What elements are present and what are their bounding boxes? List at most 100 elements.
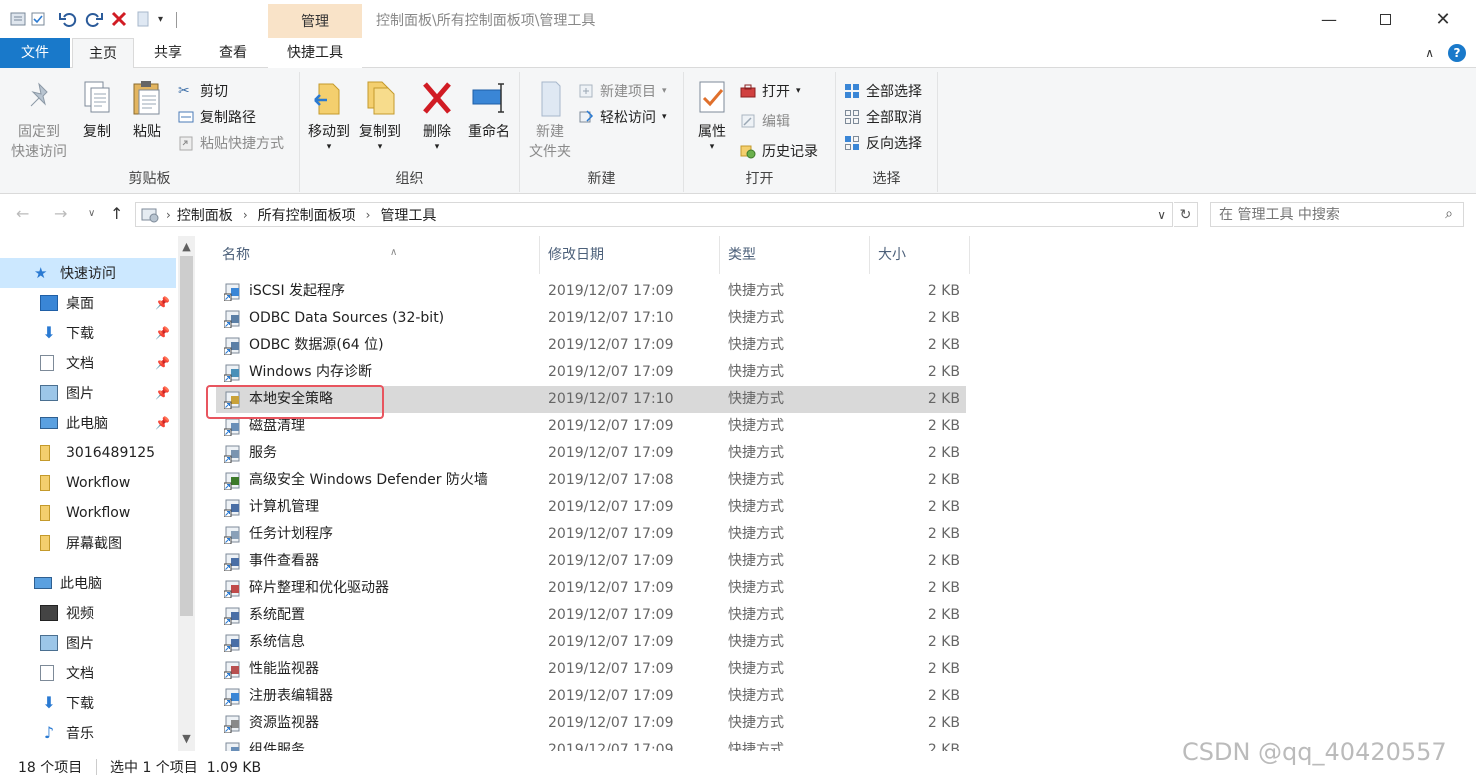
properties-icon[interactable] [8,9,30,29]
breadcrumb-all-items[interactable]: 所有控制面板项 [258,205,356,225]
new-folder-icon[interactable] [136,9,150,29]
column-header-type[interactable]: 类型 [720,236,870,274]
file-row[interactable]: 系统信息 2019/12/07 17:09 快捷方式 2 KB [216,629,966,656]
pin-icon[interactable]: 📌 [155,416,170,430]
pin-icon[interactable]: 📌 [155,356,170,370]
tab-share[interactable]: 共享 [138,38,198,68]
file-row[interactable]: 资源监视器 2019/12/07 17:09 快捷方式 2 KB [216,710,966,737]
pin-icon[interactable]: 📌 [155,386,170,400]
customize-toolbar-chevron-icon[interactable]: ▾ [158,14,163,25]
nav-folder-screenshots[interactable]: 屏幕截图 [0,528,176,558]
breadcrumb-chevron-icon[interactable]: › [166,208,171,222]
file-row[interactable]: iSCSI 发起程序 2019/12/07 17:09 快捷方式 2 KB [216,278,966,305]
breadcrumb-admin-tools[interactable]: 管理工具 [380,205,436,225]
paste-button[interactable]: 粘贴 [126,78,168,142]
file-row[interactable]: 系统配置 2019/12/07 17:09 快捷方式 2 KB [216,602,966,629]
breadcrumb-chevron-icon[interactable]: › [366,208,371,222]
move-to-button[interactable]: 移动到 ▾ [306,78,352,152]
properties-check-icon[interactable] [30,9,48,29]
nav-pc-documents[interactable]: 文档 [0,658,176,688]
scroll-up-icon[interactable]: ▲ [178,240,195,253]
new-item-button[interactable]: 新建项目 ▾ [578,80,667,102]
up-arrow-icon[interactable]: ↑ [110,204,123,223]
collapse-ribbon-icon[interactable]: ∧ [1425,46,1434,60]
tab-file[interactable]: 文件 [0,38,70,68]
properties-button[interactable]: 属性 ▾ [690,78,734,152]
file-row[interactable]: 注册表编辑器 2019/12/07 17:09 快捷方式 2 KB [216,683,966,710]
nav-this-pc-pinned[interactable]: 此电脑 📌 [0,408,176,438]
file-row[interactable]: 碎片整理和优化驱动器 2019/12/07 17:09 快捷方式 2 KB [216,575,966,602]
select-all-button[interactable]: 全部选择 [844,80,922,102]
file-row[interactable]: 计算机管理 2019/12/07 17:09 快捷方式 2 KB [216,494,966,521]
copy-to-button[interactable]: 复制到 ▾ [356,78,404,152]
select-none-button[interactable]: 全部取消 [844,106,922,128]
forward-arrow-icon[interactable]: → [54,204,67,223]
search-box[interactable]: ⌕ [1210,202,1464,227]
redo-icon[interactable] [84,9,104,29]
back-arrow-icon[interactable]: ← [16,204,29,223]
address-dropdown-icon[interactable]: ∨ [1157,208,1166,222]
pin-icon[interactable]: 📌 [155,326,170,340]
delete-icon[interactable] [110,9,128,29]
column-header-date[interactable]: 修改日期 [540,236,720,274]
pin-quick-access-button[interactable]: 固定到 快速访问 [8,78,70,162]
nav-folder-3016489125[interactable]: 3016489125 [0,438,176,468]
history-button[interactable]: 历史记录 [740,140,818,162]
maximize-button[interactable] [1362,0,1408,38]
help-icon[interactable]: ? [1448,44,1466,62]
file-row[interactable]: 组件服务 2019/12/07 17:09 快捷方式 2 KB [216,737,966,751]
edit-button[interactable]: 编辑 [740,110,790,132]
nav-documents[interactable]: 文档 📌 [0,348,176,378]
file-row[interactable]: ODBC 数据源(64 位) 2019/12/07 17:09 快捷方式 2 KB [216,332,966,359]
minimize-button[interactable]: — [1306,0,1352,38]
undo-icon[interactable] [58,9,78,29]
nav-pc-downloads[interactable]: ⬇ 下载 [0,688,176,718]
file-row[interactable]: 性能监视器 2019/12/07 17:09 快捷方式 2 KB [216,656,966,683]
column-header-size[interactable]: 大小 [870,236,970,274]
copy-path-button[interactable]: 复制路径 [178,106,256,128]
address-bar[interactable]: › 控制面板 › 所有控制面板项 › 管理工具 ∨ [135,202,1173,227]
close-button[interactable]: ✕ [1420,0,1466,38]
copy-icon [84,81,110,113]
refresh-button[interactable]: ↻ [1174,202,1198,227]
breadcrumb-chevron-icon[interactable]: › [243,208,248,222]
open-button[interactable]: 打开 ▾ [740,80,801,102]
manage-contextual-tab[interactable]: 管理 [268,4,362,38]
nav-folder-workflow-1[interactable]: Workflow [0,468,176,498]
cut-button[interactable]: ✂ 剪切 [178,80,228,102]
tab-home[interactable]: 主页 [72,38,134,69]
nav-folder-workflow-2[interactable]: Workflow [0,498,176,528]
rename-button[interactable]: 重命名 [464,78,514,142]
nav-pictures[interactable]: 图片 📌 [0,378,176,408]
tab-view[interactable]: 查看 [202,38,264,68]
nav-pc-pictures[interactable]: 图片 [0,628,176,658]
scroll-down-icon[interactable]: ▼ [178,732,195,745]
file-row[interactable]: Windows 内存诊断 2019/12/07 17:09 快捷方式 2 KB [216,359,966,386]
column-header-name[interactable]: ∧ 名称 [214,236,540,274]
easy-access-button[interactable]: 轻松访问 ▾ [578,106,667,128]
nav-scroll-thumb[interactable] [180,256,193,616]
nav-quick-access[interactable]: ★ 快速访问 [0,258,176,288]
copy-button[interactable]: 复制 [76,78,118,142]
tab-shortcut-tools[interactable]: 快捷工具 [268,38,362,68]
breadcrumb-control-panel[interactable]: 控制面板 [177,205,233,225]
file-row[interactable]: 服务 2019/12/07 17:09 快捷方式 2 KB [216,440,966,467]
nav-this-pc[interactable]: 此电脑 [0,568,176,598]
nav-downloads[interactable]: ⬇ 下载 📌 [0,318,176,348]
nav-videos[interactable]: 视频 [0,598,176,628]
search-input[interactable] [1211,203,1431,226]
delete-button[interactable]: 删除 ▾ [416,78,458,152]
file-row[interactable]: 任务计划程序 2019/12/07 17:09 快捷方式 2 KB [216,521,966,548]
recent-locations-chevron-icon[interactable]: ∨ [88,208,95,219]
new-folder-button[interactable]: 新建 文件夹 [524,78,576,162]
search-icon[interactable]: ⌕ [1445,206,1453,222]
invert-selection-button[interactable]: 反向选择 [844,132,922,154]
nav-desktop[interactable]: 桌面 📌 [0,288,176,318]
file-row[interactable]: 事件查看器 2019/12/07 17:09 快捷方式 2 KB [216,548,966,575]
file-row[interactable]: ODBC Data Sources (32-bit) 2019/12/07 17:… [216,305,966,332]
pin-icon[interactable]: 📌 [155,296,170,310]
nav-music[interactable]: ♪ 音乐 [0,718,176,748]
paste-shortcut-button[interactable]: 粘贴快捷方式 [178,132,284,154]
nav-scrollbar[interactable]: ▲ ▼ [178,236,195,751]
file-row[interactable]: 高级安全 Windows Defender 防火墙 2019/12/07 17:0… [216,467,966,494]
